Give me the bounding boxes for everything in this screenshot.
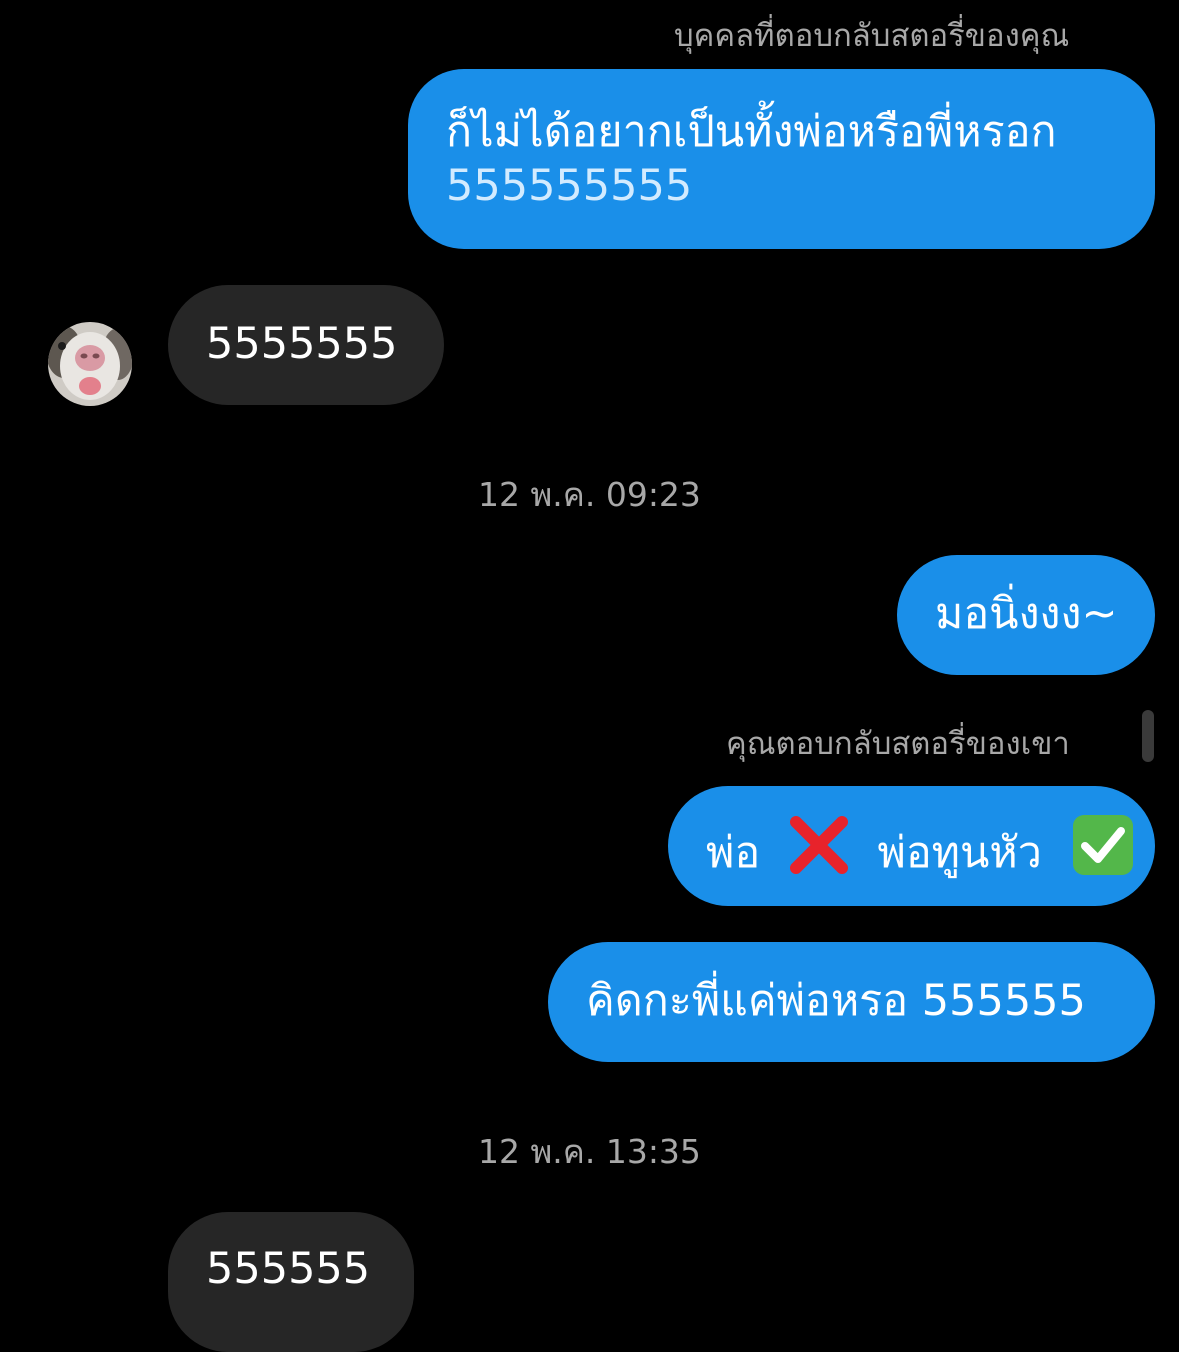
message-text: มอนิ่งงง~ [935,589,1118,639]
message-bubble-outgoing[interactable]: ก็ไม่ได้อยากเป็นทั้งพ่อหรือพี่หรอก 55555… [408,69,1155,249]
story-reply-caption: บุคคลที่ตอบกลับสตอรี่ของคุณ [674,18,1070,54]
scrollbar-thumb[interactable] [1142,710,1154,762]
message-bubble-outgoing[interactable]: มอนิ่งงง~ [897,555,1155,675]
message-text-line: ก็ไม่ได้อยากเป็นทั้งพ่อหรือพี่หรอก [446,107,1057,157]
message-timestamp: 12 พ.ค. 09:23 [478,475,701,514]
message-text-part: พ่อ [706,828,761,878]
message-text-line: 555555555 [446,161,693,211]
message-text-part: พ่อทูนหัว [877,828,1042,878]
message-text: 5555555 [206,319,398,369]
check-mark-button-icon [1072,814,1134,889]
message-timestamp: 12 พ.ค. 13:35 [478,1132,701,1171]
message-text: 555555 [206,1244,371,1294]
contact-avatar[interactable] [48,322,132,406]
guinea-pig-avatar-icon [48,322,132,406]
message-thread: บุคคลที่ตอบกลับสตอรี่ของคุณ ก็ไม่ได้อยาก… [0,0,1179,1352]
message-text: คิดกะพี่แค่พ่อหรอ 555555 [586,976,1086,1026]
message-bubble-outgoing[interactable]: คิดกะพี่แค่พ่อหรอ 555555 [548,942,1155,1062]
message-bubble-incoming[interactable]: 555555 [168,1212,414,1352]
message-bubble-outgoing[interactable]: พ่อ พ่อทูนหัว [668,786,1155,906]
cross-mark-icon [788,814,850,889]
story-reply-caption: คุณตอบกลับสตอรี่ของเขา [726,726,1070,762]
message-bubble-incoming[interactable]: 5555555 [168,285,444,405]
